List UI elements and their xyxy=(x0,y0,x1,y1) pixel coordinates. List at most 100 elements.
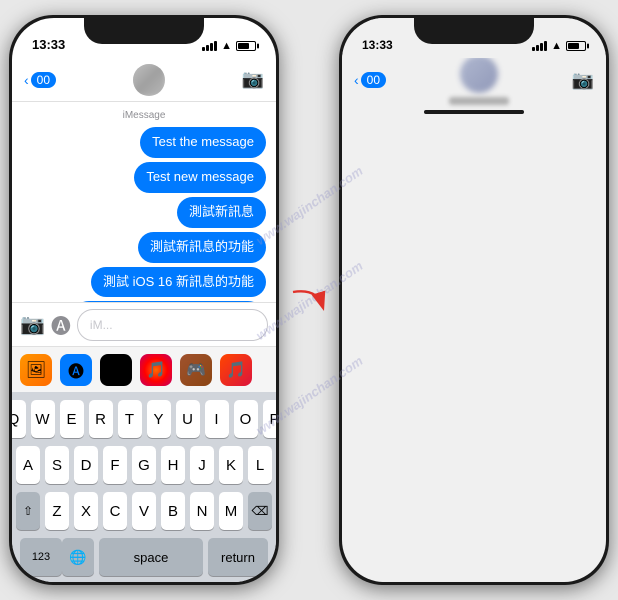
key-t[interactable]: T xyxy=(118,400,142,438)
key-a[interactable]: A xyxy=(16,446,40,484)
battery-icon xyxy=(236,41,256,51)
signal-bar-3 xyxy=(210,43,213,51)
signal-icon-2 xyxy=(532,41,547,51)
key-emoji[interactable]: 🌐 xyxy=(62,538,94,576)
back-chevron-icon: ‹ xyxy=(24,72,29,88)
arrow-container xyxy=(289,270,329,330)
key-e[interactable]: E xyxy=(60,400,84,438)
key-space[interactable]: space xyxy=(99,538,203,576)
back-button-2[interactable]: ‹ 00 xyxy=(354,72,386,88)
back-button[interactable]: ‹ 00 xyxy=(24,72,56,88)
battery-fill-2 xyxy=(568,43,579,49)
key-shift[interactable]: ⇧ xyxy=(16,492,40,530)
appstore-icon[interactable]: 🅐 xyxy=(60,354,92,386)
home-indicator-2 xyxy=(342,102,606,122)
message-4: 測試新訊息的功能 xyxy=(22,232,266,263)
game-icon[interactable]: 🎮 xyxy=(180,354,212,386)
signal-bar-2 xyxy=(206,45,209,51)
nav-bar-2: ‹ 00 📷 xyxy=(342,58,606,102)
phone-2-screen: 13:33 ▲ ‹ 00 xyxy=(342,18,606,582)
back-badge[interactable]: 00 xyxy=(31,72,56,88)
key-return[interactable]: return xyxy=(208,538,268,576)
avatar-image xyxy=(133,64,165,96)
photos-app-icon[interactable]: 🖼 xyxy=(20,354,52,386)
key-o[interactable]: O xyxy=(234,400,258,438)
key-b[interactable]: B xyxy=(161,492,185,530)
contact-avatar-2 xyxy=(460,55,498,93)
imessage-label: iMessage xyxy=(22,110,266,121)
key-l[interactable]: L xyxy=(248,446,272,484)
signal-bar-4 xyxy=(214,41,217,51)
key-i[interactable]: I xyxy=(205,400,229,438)
key-delete[interactable]: ⌫ xyxy=(248,492,272,530)
back-chevron-2: ‹ xyxy=(354,72,359,88)
input-placeholder: iM... xyxy=(90,318,113,332)
contact-area-2 xyxy=(449,55,509,105)
message-toolbar: 📷 🅐 iM... xyxy=(12,302,276,346)
camera-icon[interactable]: 📷 xyxy=(20,312,45,337)
key-f[interactable]: F xyxy=(103,446,127,484)
music-icon-2[interactable]: 🎵 xyxy=(220,354,252,386)
message-input[interactable]: iM... xyxy=(77,309,268,341)
key-y[interactable]: Y xyxy=(147,400,171,438)
podcast-icon[interactable]: 🎙 xyxy=(100,354,132,386)
key-p[interactable]: P xyxy=(263,400,277,438)
apps-icon[interactable]: 🅐 xyxy=(51,310,71,339)
battery-icon-2 xyxy=(566,41,586,51)
key-s[interactable]: S xyxy=(45,446,69,484)
key-u[interactable]: U xyxy=(176,400,200,438)
battery-fill xyxy=(238,43,249,49)
kb-row-2: A S D F G H J K L xyxy=(16,446,272,484)
bubble-text-5: 測試 iOS 16 新訊息的功能 xyxy=(91,267,266,298)
key-g[interactable]: G xyxy=(132,446,156,484)
key-j[interactable]: J xyxy=(190,446,214,484)
music-icon-1[interactable]: 🎵 xyxy=(140,354,172,386)
key-n[interactable]: N xyxy=(190,492,214,530)
wifi-icon: ▲ xyxy=(221,40,232,52)
video-call-button[interactable]: 📷 xyxy=(242,69,264,90)
key-123[interactable]: 123 xyxy=(20,538,62,576)
key-h[interactable]: H xyxy=(161,446,185,484)
status-icons-2: ▲ xyxy=(532,40,586,52)
time-2: 13:33 xyxy=(362,38,393,52)
message-3: 測試新訊息 xyxy=(22,197,266,228)
key-123-label: 123 xyxy=(32,551,50,563)
phone-1-screen: 13:33 ▲ ‹ 00 xyxy=(12,18,276,582)
message-6: 測試 iOS 16 beta 4 新訊息的功能 xyxy=(22,301,266,302)
emoji-icon: 🌐 xyxy=(69,549,86,566)
keyboard: Q W E R T Y U I O P A S D F G H J K L xyxy=(12,392,276,582)
signal-bar-1 xyxy=(202,47,205,51)
message-1: Test the message xyxy=(22,127,266,158)
arrow-svg xyxy=(289,280,329,320)
bubble-text-6: 測試 iOS 16 beta 4 新訊息的功能 xyxy=(71,301,266,302)
key-v[interactable]: V xyxy=(132,492,156,530)
app-row: 🖼 🅐 🎙 🎵 🎮 🎵 xyxy=(12,346,276,392)
key-q[interactable]: Q xyxy=(12,400,26,438)
sig-bar-2 xyxy=(536,45,539,51)
key-k[interactable]: K xyxy=(219,446,243,484)
contact-avatar[interactable] xyxy=(133,64,165,96)
kb-row-1: Q W E R T Y U I O P xyxy=(16,400,272,438)
key-c[interactable]: C xyxy=(103,492,127,530)
notch-2 xyxy=(414,18,534,44)
back-badge-2: 00 xyxy=(361,72,386,88)
messages-area: iMessage Test the message Test new messa… xyxy=(12,102,276,302)
phone-1: 13:33 ▲ ‹ 00 xyxy=(9,15,279,585)
bubble-text-3: 測試新訊息 xyxy=(177,197,266,228)
kb-bottom-row: 123 🌐 space return xyxy=(16,538,272,580)
status-icons-1: ▲ xyxy=(202,40,256,52)
bubble-text-2: Test new message xyxy=(134,162,266,193)
sig-bar-4 xyxy=(544,41,547,51)
sig-bar-1 xyxy=(532,47,535,51)
key-z[interactable]: Z xyxy=(45,492,69,530)
message-5: 測試 iOS 16 新訊息的功能 xyxy=(22,267,266,298)
key-m[interactable]: M xyxy=(219,492,243,530)
key-w[interactable]: W xyxy=(31,400,55,438)
key-r[interactable]: R xyxy=(89,400,113,438)
phone-2: 13:33 ▲ ‹ 00 xyxy=(339,15,609,585)
signal-icon xyxy=(202,41,217,51)
sig-bar-3 xyxy=(540,43,543,51)
key-d[interactable]: D xyxy=(74,446,98,484)
key-x[interactable]: X xyxy=(74,492,98,530)
video-btn-2[interactable]: 📷 xyxy=(572,70,594,91)
